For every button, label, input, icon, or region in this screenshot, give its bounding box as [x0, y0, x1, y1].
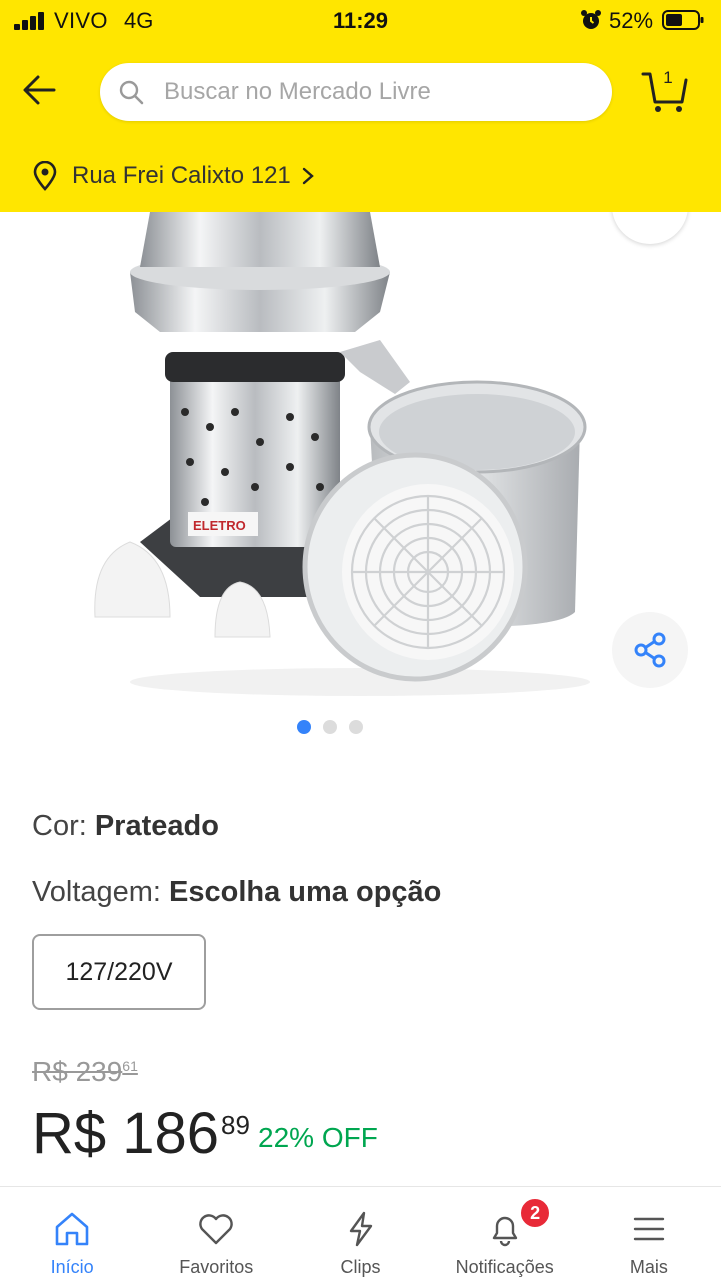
voltage-value: Escolha uma opção	[169, 876, 442, 908]
search-bar[interactable]	[100, 63, 612, 121]
product-image[interactable]: ELETRO	[0, 212, 721, 712]
bottom-navigation: Início Favoritos Clips 2 Notificações Ma…	[0, 1186, 721, 1280]
share-icon	[634, 632, 666, 668]
original-price-integer: R$ 239	[32, 1056, 123, 1087]
back-arrow-icon[interactable]	[18, 68, 62, 112]
app-header: VIVO 4G 11:29 52% 1	[0, 0, 721, 212]
alarm-icon	[581, 10, 601, 29]
battery-icon	[662, 10, 704, 30]
discount-badge: 22% OFF	[258, 1122, 378, 1153]
nav-label-clips: Clips	[340, 1257, 381, 1277]
color-label: Cor:	[32, 810, 95, 842]
lightning-icon	[349, 1211, 372, 1247]
voltage-label: Voltagem:	[32, 876, 170, 908]
pagination-dot-active[interactable]	[297, 720, 311, 734]
color-variant: Cor: Prateado	[32, 810, 219, 843]
current-price: R$ 18689	[32, 1100, 250, 1167]
product-gallery[interactable]: ELETRO	[0, 212, 721, 712]
cart-button[interactable]: 1	[640, 66, 690, 116]
cart-count: 1	[663, 68, 673, 87]
notification-badge: 2	[519, 1197, 552, 1229]
battery-percent: 52%	[609, 8, 654, 33]
share-button[interactable]	[612, 612, 688, 688]
color-value: Prateado	[94, 810, 219, 842]
nav-item-favorites[interactable]: Favoritos	[144, 1187, 288, 1280]
pagination-dot[interactable]	[349, 720, 363, 734]
status-bar: VIVO 4G 11:29 52%	[0, 0, 721, 44]
menu-icon	[633, 1217, 665, 1241]
home-icon	[55, 1212, 89, 1246]
original-price-cents: 61	[122, 1058, 138, 1074]
pagination-dot[interactable]	[323, 720, 337, 734]
search-icon	[119, 80, 144, 105]
location-pin-icon	[33, 161, 57, 191]
address-text: Rua Frei Calixto 121	[72, 162, 291, 189]
gallery-pagination[interactable]	[297, 720, 363, 734]
nav-item-clips[interactable]: Clips	[288, 1187, 432, 1280]
nav-label-notifications: Notificações	[455, 1257, 554, 1277]
nav-label-home: Início	[50, 1257, 94, 1277]
search-input[interactable]	[164, 63, 594, 121]
nav-item-home[interactable]: Início	[0, 1187, 144, 1280]
nav-label-favorites: Favoritos	[179, 1257, 254, 1277]
voltage-variant: Voltagem: Escolha uma opção	[32, 876, 441, 909]
nav-label-more: Mais	[629, 1257, 668, 1277]
current-price-cents: 89	[221, 1110, 250, 1140]
original-price: R$ 23961	[32, 1056, 138, 1088]
delivery-address[interactable]: Rua Frei Calixto 121	[32, 156, 315, 196]
nav-item-notifications[interactable]: 2 Notificações	[433, 1187, 577, 1280]
chevron-right-icon	[302, 167, 314, 185]
current-price-integer: R$ 186	[32, 1101, 220, 1166]
nav-item-more[interactable]: Mais	[577, 1187, 721, 1280]
heart-icon	[199, 1214, 234, 1245]
voltage-option-button[interactable]: 127/220V	[32, 934, 206, 1010]
brand-label: ELETRO	[193, 518, 246, 533]
